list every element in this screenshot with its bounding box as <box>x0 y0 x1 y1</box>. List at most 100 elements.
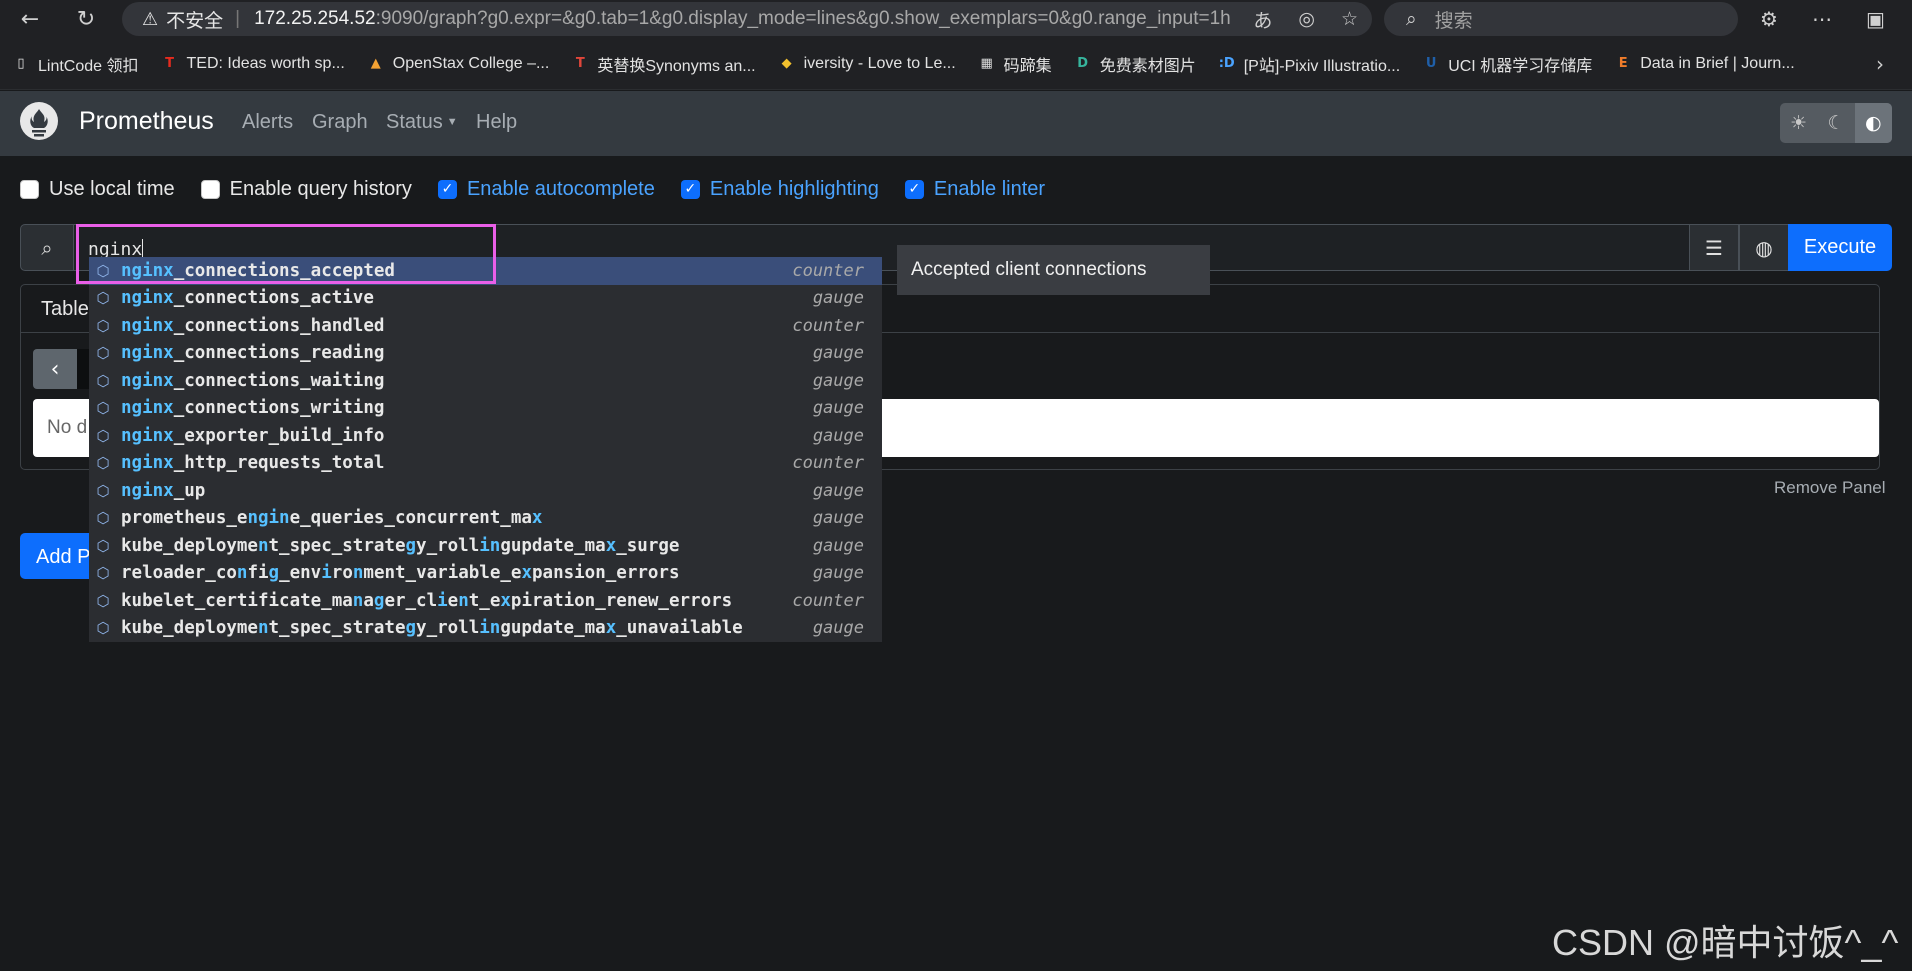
reload-icon[interactable]: ↻ <box>66 0 106 38</box>
bookmark-item[interactable]: U UCI 机器学习存储库 <box>1422 52 1592 76</box>
autocomplete-item[interactable]: ⬡ prometheus_engine_queries_concurrent_ma… <box>89 505 882 533</box>
option-label: Enable query history <box>229 177 412 200</box>
metric-cube-icon: ⬡ <box>96 371 110 390</box>
bookmark-label: TED: Ideas worth sp... <box>186 54 345 72</box>
bookmark-label: iversity - Love to Le... <box>803 54 956 72</box>
bookmark-item[interactable]: ▦ 码蹄集 <box>978 52 1052 76</box>
metrics-explorer-icon[interactable]: ◍ <box>1739 224 1789 271</box>
bookmark-item[interactable]: T TED: Ideas worth sp... <box>161 55 345 73</box>
pixiv-icon: :D <box>1218 56 1235 71</box>
edge-icon[interactable]: ◎ <box>1298 8 1315 30</box>
option-label: Use local time <box>49 177 175 200</box>
autocomplete-item[interactable]: ⬡ nginx_http_requests_total counter <box>89 450 882 478</box>
bookmark-item[interactable]: T 英替换Synonyms an... <box>571 52 756 76</box>
autocomplete-item[interactable]: ⬡ reloader_config_environment_variable_ex… <box>89 560 882 588</box>
more-options-icon[interactable]: ⋯ <box>1812 7 1832 31</box>
autocomplete-item-name: nginx_connections_waiting <box>121 370 385 391</box>
read-aloud-icon[interactable]: あ <box>1253 6 1272 33</box>
chevron-down-icon: ▼ <box>446 116 458 128</box>
autocomplete-item-type: gauge <box>812 370 864 391</box>
synonyms-icon: T <box>575 56 585 71</box>
autocomplete-item[interactable]: ⬡ nginx_connections_accepted counter <box>89 257 882 285</box>
light-theme-icon[interactable]: ☀ <box>1780 103 1817 143</box>
chevron-left-icon[interactable]: ‹ <box>33 349 77 389</box>
autocomplete-item[interactable]: ⬡ nginx_connections_active gauge <box>89 285 882 313</box>
autocomplete-item-name: nginx_connections_accepted <box>121 260 395 281</box>
bookmark-label: 免费素材图片 <box>1099 57 1196 75</box>
auto-theme-icon[interactable]: ◐ <box>1854 103 1892 143</box>
checkbox[interactable]: ✓ <box>904 179 924 199</box>
option-enable-query-history[interactable]: Enable query history <box>200 177 412 201</box>
execute-button[interactable]: Execute <box>1788 224 1892 271</box>
checkbox[interactable]: ✓ <box>437 179 457 199</box>
address-bar[interactable]: ⚠ 不安全 | 172.25.254.52 :9090/graph?g0.exp… <box>122 2 1372 36</box>
extensions-icon[interactable]: ⚙ <box>1760 7 1778 31</box>
back-icon[interactable]: ← <box>10 0 50 38</box>
autocomplete-item-type: gauge <box>812 618 864 639</box>
option-enable-highlighting[interactable]: ✓ Enable highlighting <box>680 177 879 201</box>
bookmark-item[interactable]: ▲ OpenStax College –... <box>367 55 550 73</box>
bookmark-item[interactable]: ▯ LintCode 领扣 <box>12 52 138 76</box>
nav-link-status[interactable]: Status ▼ <box>386 111 458 134</box>
autocomplete-item-name: kube_deployment_spec_strategy_rollingupd… <box>121 535 680 556</box>
nav-link-graph[interactable]: Graph <box>312 111 368 134</box>
bookmark-item[interactable]: E Data in Brief | Journ... <box>1614 54 1795 73</box>
bookmarks-bar: ▯ LintCode 领扣 T TED: Ideas worth sp... ▲ Open… <box>0 38 1912 90</box>
insecure-label: 不安全 <box>166 10 224 32</box>
autocomplete-item[interactable]: ⬡ kube_deployment_spec_strategy_rollingup… <box>89 532 882 560</box>
option-label: Enable highlighting <box>709 177 879 200</box>
brand-title[interactable]: Prometheus <box>79 107 214 136</box>
metric-cube-icon: ⬡ <box>96 426 110 445</box>
nav-link-alerts[interactable]: Alerts <box>242 111 293 134</box>
status-label: Status <box>386 111 443 133</box>
prometheus-logo-icon[interactable] <box>20 102 58 140</box>
autocomplete-item[interactable]: ⬡ nginx_connections_writing gauge <box>89 395 882 423</box>
page-icon: ▯ <box>17 56 25 71</box>
autocomplete-item-name: nginx_exporter_build_info <box>121 425 385 446</box>
bookmark-label: 英替换Synonyms an... <box>597 57 756 75</box>
bookmark-label: Data in Brief | Journ... <box>1640 54 1795 72</box>
bookmark-label: OpenStax College –... <box>392 54 550 72</box>
autocomplete-item[interactable]: ⬡ nginx_connections_waiting gauge <box>89 367 882 395</box>
autocomplete-item[interactable]: ⬡ kubelet_certificate_manager_client_expi… <box>89 587 882 615</box>
autocomplete-item[interactable]: ⬡ nginx_connections_handled counter <box>89 312 882 340</box>
metric-cube-icon: ⬡ <box>96 591 110 610</box>
option-enable-linter[interactable]: ✓ Enable linter <box>904 178 1045 201</box>
iversity-icon: ◆ <box>781 56 792 71</box>
url-path: :9090/graph?g0.expr=&g0.tab=1&g0.display… <box>375 8 1231 29</box>
sidebar-toggle-icon[interactable]: ▣ <box>1866 7 1885 31</box>
bookmark-item[interactable]: ◆ iversity - Love to Le... <box>778 55 956 73</box>
format-expression-icon[interactable]: ☰ <box>1689 224 1739 271</box>
dark-theme-icon[interactable]: ☾ <box>1817 103 1854 143</box>
autocomplete-item-type: gauge <box>812 288 864 309</box>
autocomplete-item[interactable]: ⬡ nginx_up gauge <box>89 477 882 505</box>
checkbox[interactable] <box>200 179 220 199</box>
favorite-star-icon[interactable]: ☆ <box>1341 8 1358 30</box>
uci-icon: U <box>1425 56 1437 71</box>
bookmark-label: UCI 机器学习存储库 <box>1448 57 1593 75</box>
autocomplete-item[interactable]: ⬡ nginx_exporter_build_info gauge <box>89 422 882 450</box>
nav-link-help[interactable]: Help <box>476 111 517 134</box>
autocomplete-item[interactable]: ⬡ kube_deployment_spec_strategy_rollingup… <box>89 615 882 643</box>
browser-search-box[interactable]: ⌕ 搜索 <box>1384 2 1738 36</box>
metric-cube-icon: ⬡ <box>96 564 110 583</box>
prometheus-navbar: Prometheus Alerts Graph Status ▼ Help ☀ ☾… <box>0 91 1912 156</box>
browser-toolbar: ← ↻ ⚠ 不安全 | 172.25.254.52 :9090/graph?g0… <box>0 0 1912 38</box>
bookmark-item[interactable]: :D [P站]-Pixiv Illustratio... <box>1218 52 1400 76</box>
autocomplete-item-name: nginx_http_requests_total <box>121 453 385 474</box>
openstax-icon: ▲ <box>370 56 381 71</box>
bookmarks-overflow-icon[interactable]: › <box>1876 52 1884 76</box>
remove-panel-link[interactable]: Remove Panel <box>1774 478 1886 498</box>
autocomplete-item[interactable]: ⬡ nginx_connections_reading gauge <box>89 340 882 368</box>
checkbox[interactable] <box>20 179 39 199</box>
bookmark-item[interactable]: D 免费素材图片 <box>1074 52 1196 76</box>
checkbox[interactable]: ✓ <box>680 179 700 199</box>
metric-cube-icon: ⬡ <box>96 261 110 280</box>
autocomplete-item-name: reloader_config_environment_variable_exp… <box>121 563 680 584</box>
metric-cube-icon: ⬡ <box>96 344 110 363</box>
autocomplete-item-name: nginx_connections_reading <box>121 343 385 364</box>
option-enable-autocomplete[interactable]: ✓ Enable autocomplete <box>437 178 655 201</box>
theme-switcher: ☀ ☾ ◐ <box>1780 103 1892 143</box>
autocomplete-item-type: gauge <box>812 343 864 364</box>
option-use-local-time[interactable]: Use local time <box>20 178 175 201</box>
